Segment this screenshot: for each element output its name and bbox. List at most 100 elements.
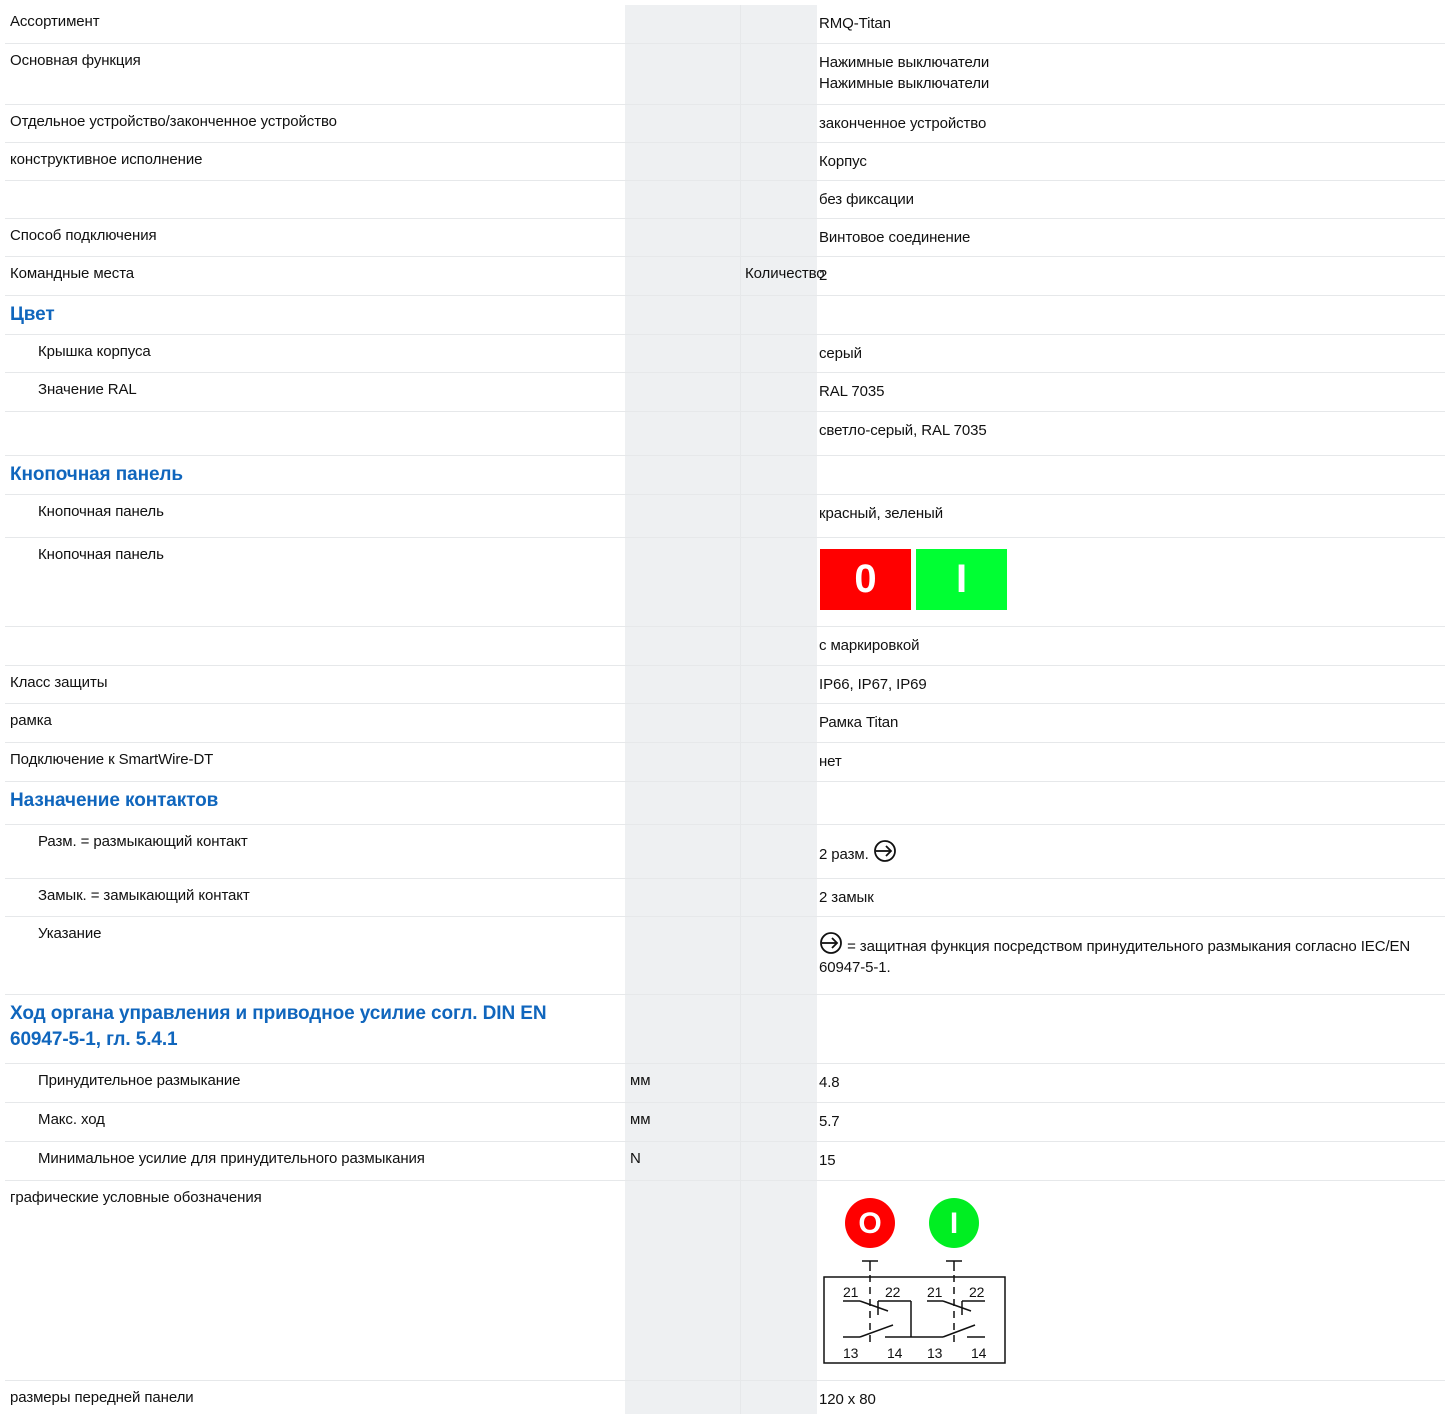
row-unit: N bbox=[630, 1150, 641, 1167]
row-button-image: Кнопочная панель 0 I bbox=[5, 538, 1445, 627]
row-value: Корпус bbox=[819, 153, 867, 170]
section-button-panel: Кнопочная панель bbox=[5, 456, 1445, 495]
terminal-label: 22 bbox=[885, 1284, 901, 1300]
row-frame: рамка Рамка Titan bbox=[5, 704, 1445, 743]
row-label: Подключение к SmartWire-DT bbox=[10, 751, 214, 768]
section-contacts: Назначение контактов bbox=[5, 782, 1445, 825]
terminal-label: 21 bbox=[843, 1284, 859, 1300]
section-color: Цвет bbox=[5, 296, 1445, 335]
row-value: 120 x 80 bbox=[819, 1391, 876, 1408]
row-button-colors: Кнопочная панель красный, зеленый bbox=[5, 495, 1445, 538]
terminal-label: 14 bbox=[887, 1345, 903, 1361]
row-label: Значение RAL bbox=[38, 381, 137, 398]
note-text: = защитная функция посредством принудите… bbox=[819, 938, 1411, 976]
row-value: 2 замык bbox=[819, 889, 874, 906]
row-value: 5.7 bbox=[819, 1113, 840, 1130]
row-label: Основная функция bbox=[10, 52, 141, 69]
row-label: Кнопочная панель bbox=[38, 546, 164, 563]
row-label: Кнопочная панель bbox=[38, 503, 164, 520]
row-label: Макс. ход bbox=[38, 1111, 105, 1128]
stop-button-label: O bbox=[858, 1207, 881, 1240]
row-value: = защитная функция посредством принудите… bbox=[819, 931, 1449, 978]
row-value: нет bbox=[819, 753, 842, 770]
row-positive-opening: Принудительное размыкание мм 4.8 bbox=[5, 1064, 1445, 1103]
positive-opening-icon bbox=[820, 932, 842, 954]
row-label: Указание bbox=[38, 925, 102, 942]
row-command-points: Командные места Количество 2 bbox=[5, 257, 1445, 296]
value-line: Нажимные выключатели bbox=[819, 75, 990, 92]
row-main-function: Основная функция Нажимные выключатели На… bbox=[5, 44, 1445, 105]
row-housing-cover: Крышка корпуса серый bbox=[5, 335, 1445, 373]
section-heading: Назначение контактов bbox=[10, 790, 219, 811]
row-qualifier: Количество bbox=[745, 265, 825, 282]
terminal-label: 14 bbox=[971, 1345, 987, 1361]
row-label: Командные места bbox=[10, 265, 135, 282]
row-value: RAL 7035 bbox=[819, 383, 885, 400]
nc-count: 2 разм. bbox=[819, 846, 869, 863]
row-label: конструктивное исполнение bbox=[10, 151, 203, 168]
stop-button-swatch: 0 bbox=[820, 549, 911, 610]
row-label: размеры передней панели bbox=[10, 1389, 194, 1406]
row-label: рамка bbox=[10, 712, 52, 729]
row-min-force: Минимальное усилие для принудительного р… bbox=[5, 1142, 1445, 1181]
row-value: серый bbox=[819, 345, 862, 362]
terminal-label: 13 bbox=[843, 1345, 859, 1361]
terminal-label: 21 bbox=[927, 1284, 943, 1300]
spec-table: Ассортимент RMQ-Titan Основная функция Н… bbox=[5, 5, 1449, 1414]
row-symbols: графические условные обозначения O I 21 … bbox=[5, 1181, 1445, 1381]
start-button-label: I bbox=[950, 1207, 958, 1240]
terminal-label: 22 bbox=[969, 1284, 985, 1300]
row-unit: мм bbox=[630, 1111, 651, 1128]
row-max-travel: Макс. ход мм 5.7 bbox=[5, 1103, 1445, 1142]
row-label: Ассортимент bbox=[10, 13, 100, 30]
row-nc-contacts: Разм. = размыкающий контакт 2 разм. bbox=[5, 825, 1445, 879]
row-value: законченное устройство bbox=[819, 115, 987, 132]
row-value: 4.8 bbox=[819, 1074, 840, 1091]
value-line: Нажимные выключатели bbox=[819, 54, 990, 71]
row-ral: Значение RAL RAL 7035 bbox=[5, 373, 1445, 412]
terminal-label: 13 bbox=[927, 1345, 943, 1361]
button-panel-image: 0 I bbox=[820, 549, 1007, 610]
row-label: Принудительное размыкание bbox=[38, 1072, 241, 1089]
circuit-symbol-diagram: O I 21 22 21 22 13 14 13 14 bbox=[823, 1198, 1006, 1364]
row-value: 2 разм. bbox=[819, 839, 1449, 865]
section-travel: Ход органа управления и приводное усилие… bbox=[5, 995, 1445, 1064]
section-heading: Цвет bbox=[10, 304, 55, 325]
row-label: Крышка корпуса bbox=[38, 343, 151, 360]
row-value: RMQ-Titan bbox=[819, 15, 891, 32]
row-smartwire: Подключение к SmartWire-DT нет bbox=[5, 743, 1445, 782]
row-value: светло-серый, RAL 7035 bbox=[819, 422, 987, 439]
row-value: IP66, IP67, IP69 bbox=[819, 676, 927, 693]
row-label: Способ подключения bbox=[10, 227, 157, 244]
row-label: Замык. = замыкающий контакт bbox=[38, 887, 250, 904]
row-protection: Класс защиты IP66, IP67, IP69 bbox=[5, 666, 1445, 704]
row-value: 2 bbox=[819, 267, 828, 284]
row-ral-text: светло-серый, RAL 7035 bbox=[5, 412, 1445, 456]
row-note: Указание = защитная функция посредством … bbox=[5, 917, 1445, 995]
row-value: Винтовое соединение bbox=[819, 229, 971, 246]
row-label: Отдельное устройство/законченное устройс… bbox=[10, 113, 337, 130]
row-value: красный, зеленый bbox=[819, 505, 944, 522]
positive-opening-icon bbox=[873, 840, 896, 862]
row-no-contacts: Замык. = замыкающий контакт 2 замык bbox=[5, 879, 1445, 917]
row-label: Класс защиты bbox=[10, 674, 108, 691]
row-value: 15 bbox=[819, 1152, 836, 1169]
row-label: Разм. = размыкающий контакт bbox=[38, 833, 248, 850]
start-button-swatch: I bbox=[916, 549, 1007, 610]
row-unit: мм bbox=[630, 1072, 651, 1089]
row-device-type: Отдельное устройство/законченное устройс… bbox=[5, 105, 1445, 143]
row-value: с маркировкой bbox=[819, 637, 920, 654]
row-connection: Способ подключения Винтовое соединение bbox=[5, 219, 1445, 257]
section-heading: Кнопочная панель bbox=[10, 464, 183, 485]
row-latching: без фиксации bbox=[5, 181, 1445, 219]
row-label: Минимальное усилие для принудительного р… bbox=[38, 1150, 425, 1167]
row-design: конструктивное исполнение Корпус bbox=[5, 143, 1445, 181]
row-value: Рамка Titan bbox=[819, 714, 899, 731]
section-heading: Ход органа управления и приводное усилие… bbox=[10, 1003, 547, 1050]
row-value: без фиксации bbox=[819, 191, 914, 208]
row-label: графические условные обозначения bbox=[10, 1189, 262, 1206]
row-marking: с маркировкой bbox=[5, 627, 1445, 666]
row-value: Нажимные выключатели Нажимные выключател… bbox=[819, 52, 1449, 94]
row-assortment: Ассортимент RMQ-Titan bbox=[5, 5, 1445, 44]
row-front-size: размеры передней панели 120 x 80 bbox=[5, 1381, 1445, 1414]
